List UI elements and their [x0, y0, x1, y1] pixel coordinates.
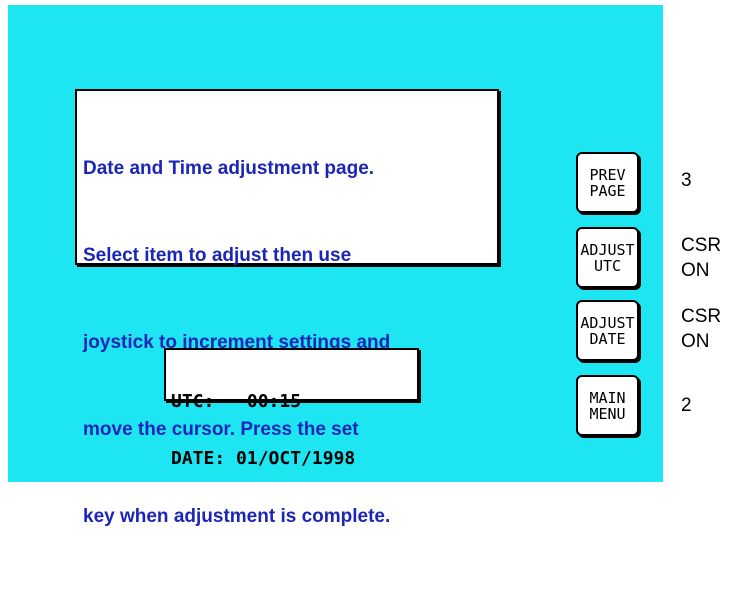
utc-row: UTC: 00:15 — [171, 392, 417, 411]
utc-label: UTC: — [171, 391, 215, 412]
soft-key-label-line2: DATE — [589, 329, 626, 348]
soft-key-label-line2: MENU — [589, 404, 626, 423]
instruction-box: Date and Time adjustment page. Select it… — [75, 89, 499, 527]
instruction-line: key when adjustment is complete. — [83, 506, 391, 527]
prev-page-status-value: 3 — [681, 170, 692, 191]
instruction-line: Date and Time adjustment page. — [83, 158, 375, 179]
main-menu-status-value: 2 — [681, 395, 692, 416]
date-value: 01/OCT/1998 — [236, 448, 356, 469]
adjust-utc-status-line1: CSR — [681, 235, 722, 256]
adjust-utc-button[interactable]: ADJUST UTC — [576, 227, 639, 288]
prev-page-button[interactable]: PREV PAGE — [576, 152, 639, 213]
adjust-utc-status-line2: ON — [681, 260, 710, 281]
soft-key-label-line2: PAGE — [589, 181, 626, 200]
main-menu-button[interactable]: MAIN MENU — [576, 375, 639, 436]
adjust-date-status-line2: ON — [681, 331, 710, 352]
utc-value: 00:15 — [246, 391, 302, 412]
date-time-readout: UTC: 00:15 DATE: 01/OCT/1998 — [164, 348, 419, 468]
prev-page-status: 3 — [681, 168, 692, 193]
adjust-date-status-line1: CSR — [681, 306, 722, 327]
soft-key-label-line1: ADJUST — [580, 313, 635, 332]
date-row: DATE: 01/OCT/1998 — [171, 449, 417, 468]
instruction-line: Select item to adjust then use — [83, 245, 352, 266]
soft-key-label-line1: PREV — [589, 165, 626, 184]
adjust-date-button[interactable]: ADJUST DATE — [576, 300, 639, 361]
date-label: DATE: — [171, 448, 226, 469]
main-menu-status: 2 — [681, 393, 692, 418]
soft-key-label-line2: UTC — [593, 256, 622, 275]
soft-key-label-line1: MAIN — [589, 388, 626, 407]
device-screen: Date and Time adjustment page. Select it… — [0, 0, 738, 527]
adjust-date-status: CSR ON — [681, 304, 721, 354]
adjust-utc-status: CSR ON — [681, 233, 721, 283]
soft-key-label-line1: ADJUST — [580, 240, 635, 259]
